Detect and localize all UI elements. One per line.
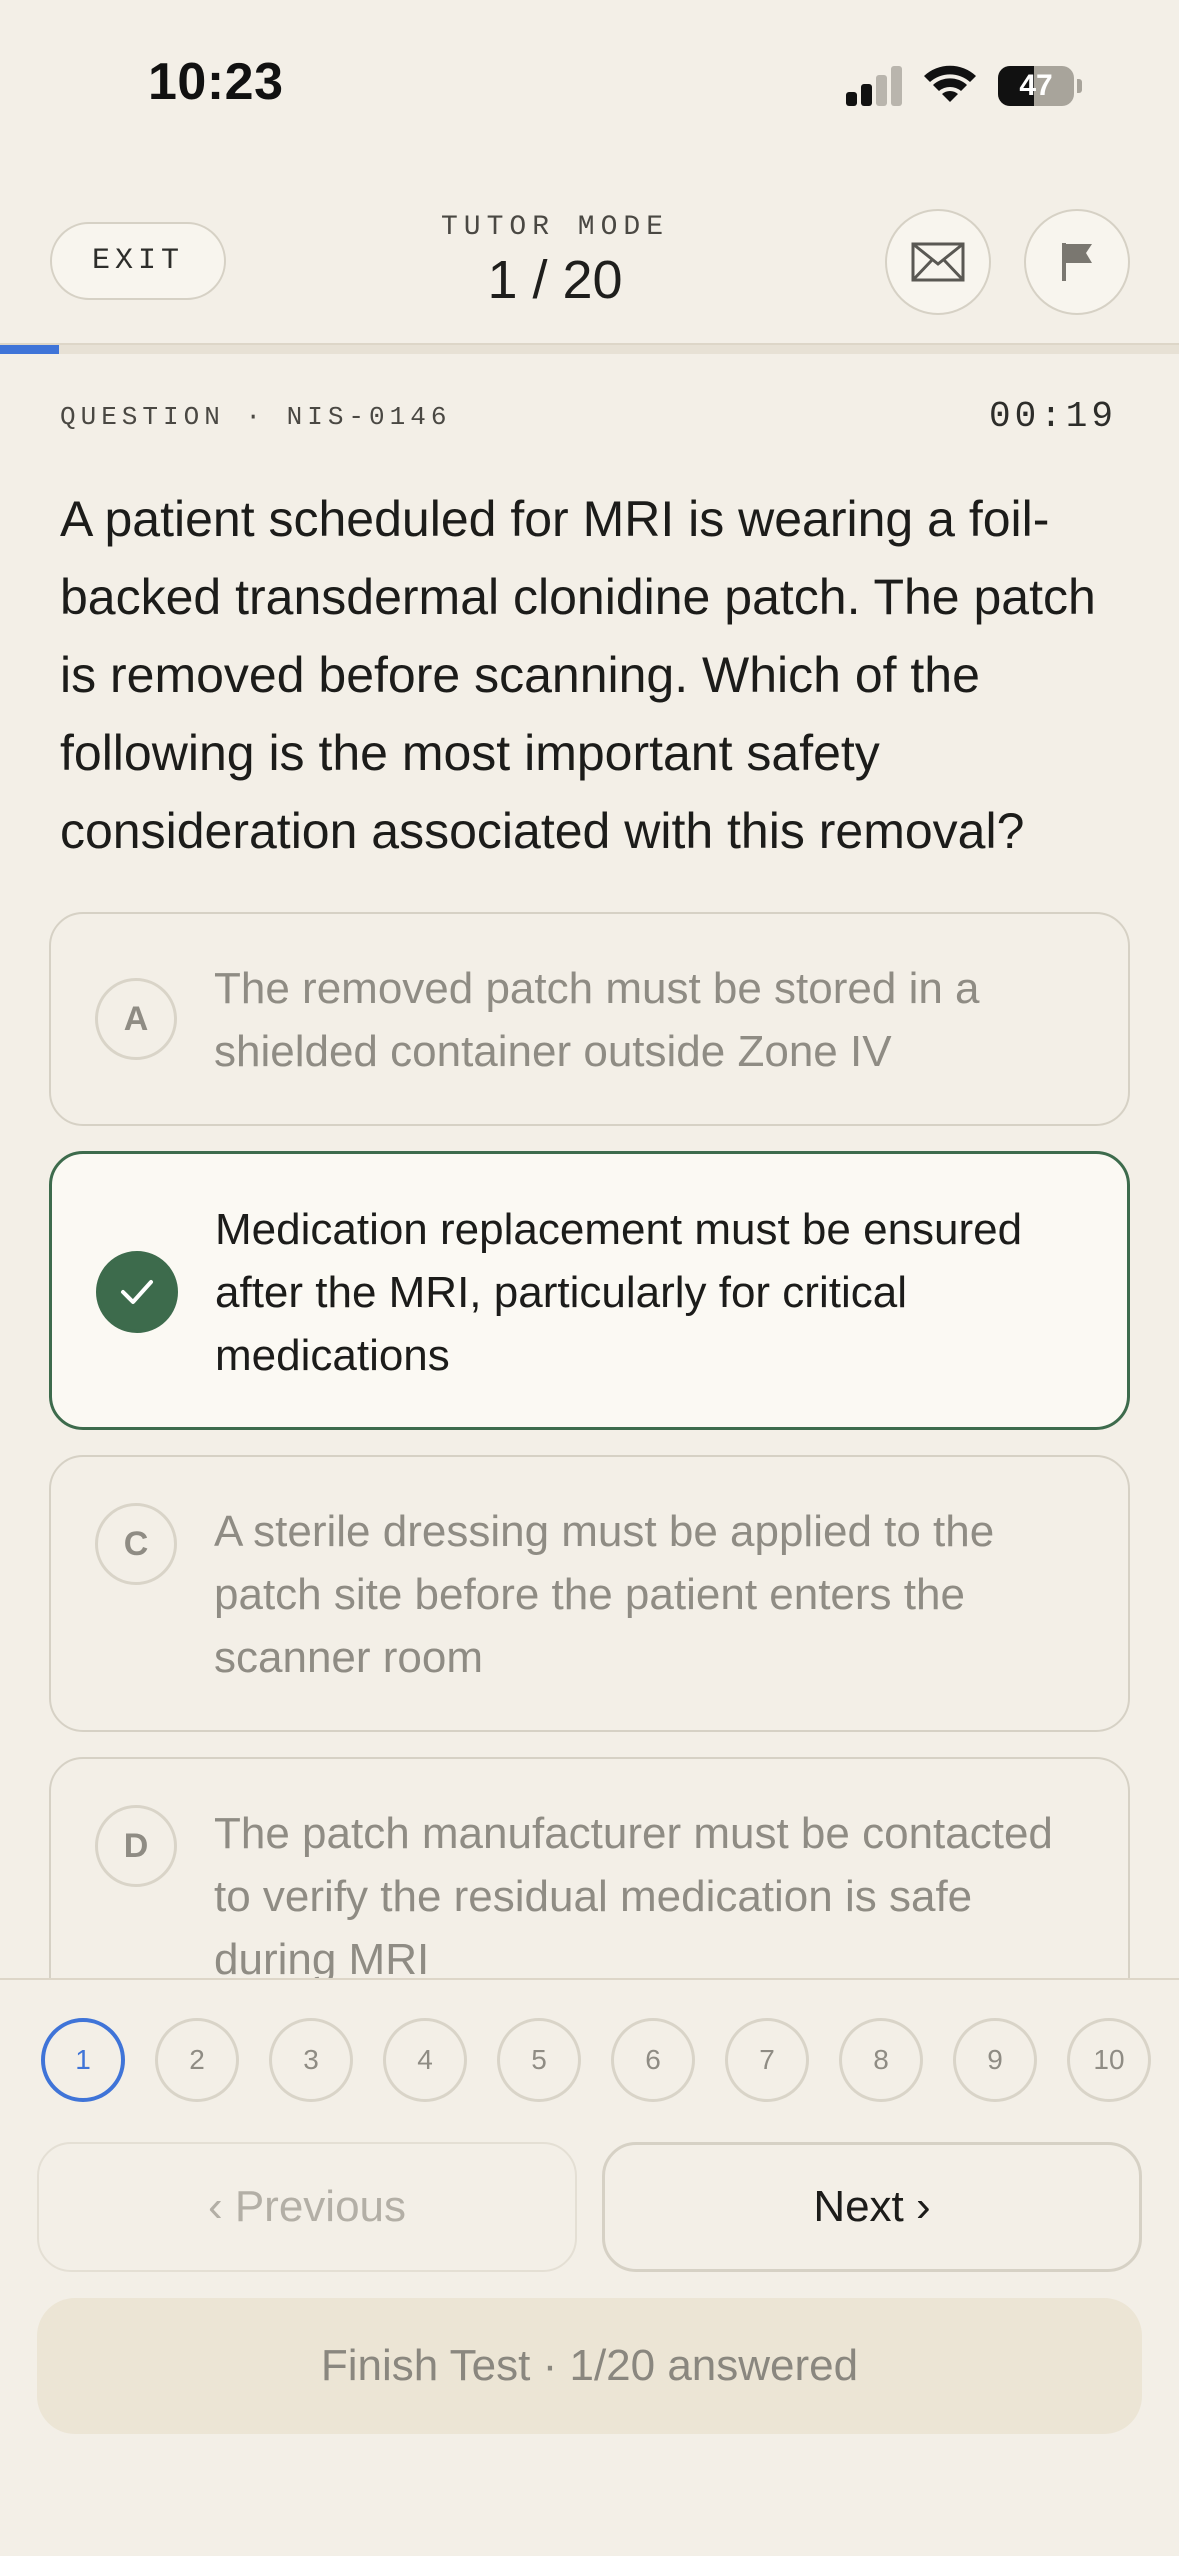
question-nav-10[interactable]: 10 xyxy=(1067,2018,1151,2102)
bottom-panel: 1 2 3 4 5 6 7 8 9 10 ‹ Previous Next › F… xyxy=(0,1978,1179,2556)
question-nav-9[interactable]: 9 xyxy=(953,2018,1037,2102)
question-timer: 00:19 xyxy=(988,396,1117,437)
question-text: A patient scheduled for MRI is wearing a… xyxy=(60,491,1096,859)
answer-option-d[interactable]: D The patch manufacturer must be contact… xyxy=(49,1757,1130,1978)
option-text: A sterile dressing must be applied to th… xyxy=(214,1507,995,1682)
check-icon xyxy=(96,1251,178,1333)
question-scroll-area[interactable]: QUESTION · NIS-0146 00:19 A patient sche… xyxy=(0,0,1179,1978)
question-nav-2[interactable]: 2 xyxy=(155,2018,239,2102)
question-nav-5[interactable]: 5 xyxy=(497,2018,581,2102)
question-nav-4[interactable]: 4 xyxy=(383,2018,467,2102)
option-letter-badge: A xyxy=(95,978,177,1060)
question-nav-3[interactable]: 3 xyxy=(269,2018,353,2102)
option-letter-badge: D xyxy=(95,1805,177,1887)
option-letter-badge: C xyxy=(95,1503,177,1585)
finish-test-button[interactable]: Finish Test · 1/20 answered xyxy=(37,2298,1142,2434)
answer-option-b[interactable]: Medication replacement must be ensured a… xyxy=(49,1151,1130,1430)
question-id: QUESTION · NIS-0146 xyxy=(60,402,452,432)
previous-button[interactable]: ‹ Previous xyxy=(37,2142,577,2272)
question-nav-1[interactable]: 1 xyxy=(41,2018,125,2102)
question-nav-8[interactable]: 8 xyxy=(839,2018,923,2102)
option-text: The patch manufacturer must be contacted… xyxy=(214,1809,1053,1978)
option-text: Medication replacement must be ensured a… xyxy=(215,1205,1023,1380)
checkmark-glyph xyxy=(121,1280,153,1304)
question-navigator: 1 2 3 4 5 6 7 8 9 10 xyxy=(0,2018,1179,2104)
next-button[interactable]: Next › xyxy=(602,2142,1142,2272)
question-nav-7[interactable]: 7 xyxy=(725,2018,809,2102)
answer-option-a[interactable]: A The removed patch must be stored in a … xyxy=(49,912,1130,1126)
question-nav-6[interactable]: 6 xyxy=(611,2018,695,2102)
answer-option-c[interactable]: C A sterile dressing must be applied to … xyxy=(49,1455,1130,1732)
option-text: The removed patch must be stored in a sh… xyxy=(214,964,980,1076)
